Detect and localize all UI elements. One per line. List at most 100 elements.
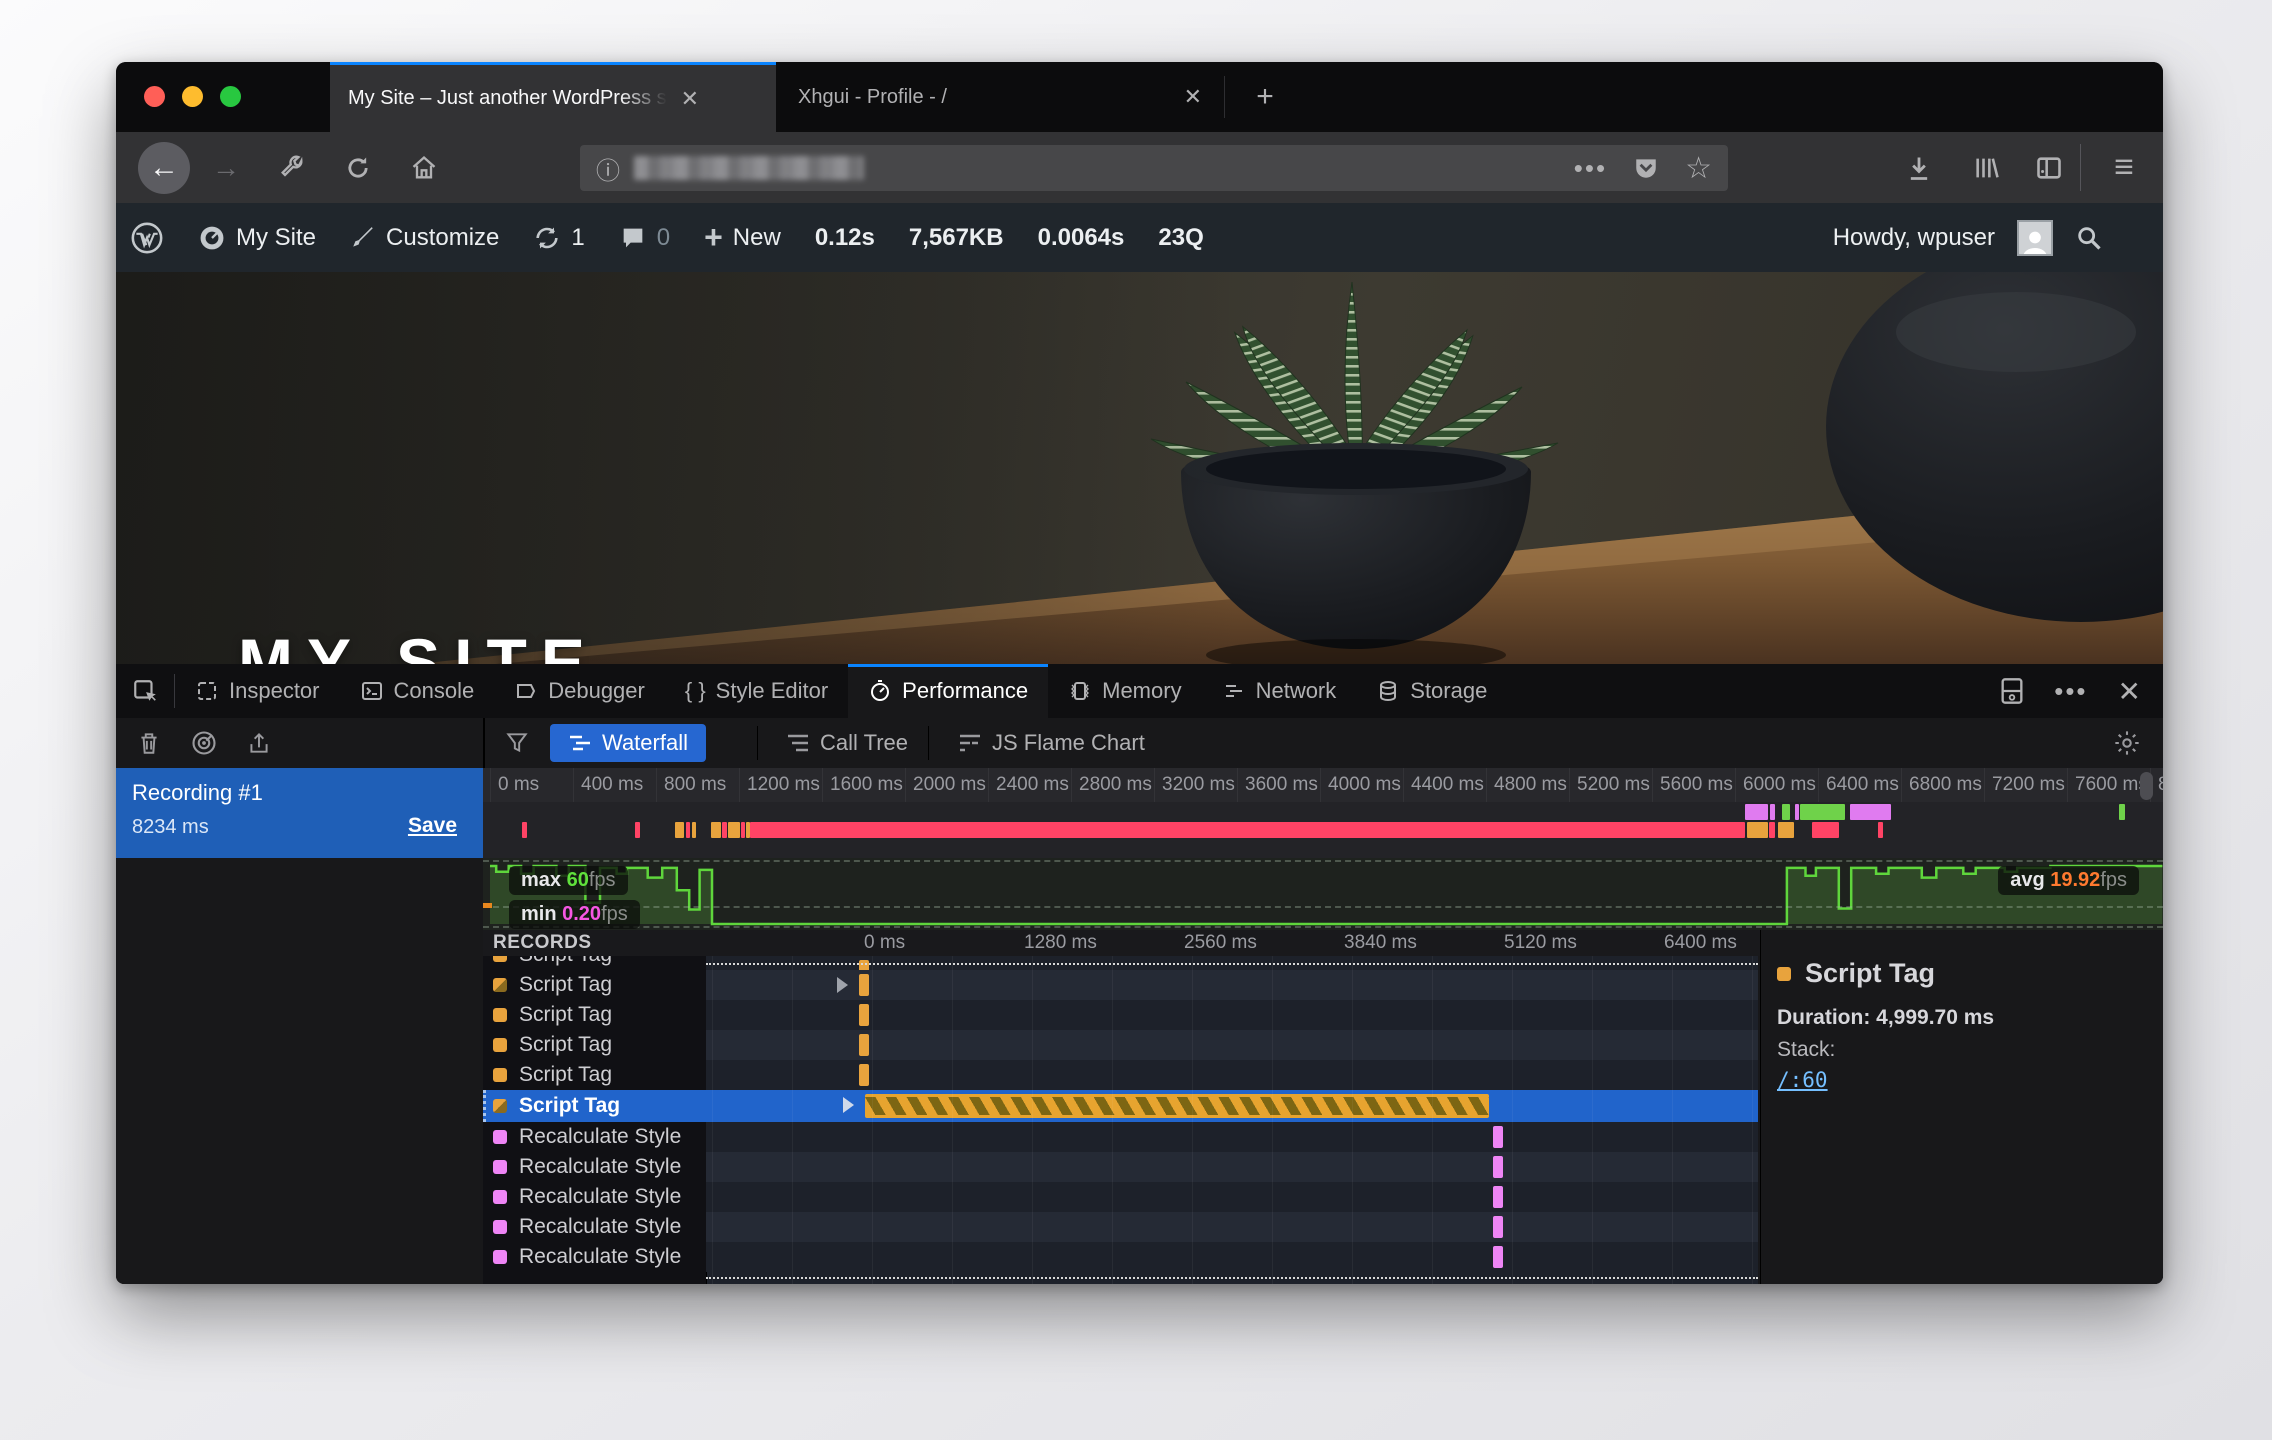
wp-howdy-label[interactable]: Howdy, wpuser: [1833, 224, 1995, 252]
wp-logo-icon[interactable]: [130, 221, 164, 255]
waterfall-marker[interactable]: [1493, 1246, 1503, 1268]
pocket-icon[interactable]: [1633, 155, 1659, 181]
devtools-tab-debugger[interactable]: Debugger: [494, 664, 665, 718]
clear-recordings-icon[interactable]: [136, 729, 162, 757]
tab-xhgui[interactable]: Xhgui - Profile - / ✕: [780, 62, 1220, 132]
record-name-cell[interactable]: Recalculate Style: [483, 1182, 706, 1212]
record-name-cell[interactable]: Recalculate Style: [483, 1152, 706, 1182]
record-row[interactable]: Recalculate Style: [483, 1122, 1758, 1152]
view-call-tree-button[interactable]: Call Tree: [768, 724, 926, 762]
record-name-cell[interactable]: Recalculate Style: [483, 1242, 706, 1272]
downloads-icon[interactable]: [1894, 132, 1944, 203]
expand-arrow-icon[interactable]: [837, 977, 848, 993]
record-name-cell[interactable]: Recalculate Style: [483, 1212, 706, 1242]
record-row[interactable]: Script Tag: [483, 1000, 1758, 1030]
record-row[interactable]: Recalculate Style: [483, 1182, 1758, 1212]
record-row[interactable]: Script Tag: [483, 970, 1758, 1000]
waterfall-marker[interactable]: [859, 1004, 869, 1026]
wrench-icon[interactable]: [266, 132, 318, 203]
record-name-cell[interactable]: Script Tag: [483, 1000, 706, 1030]
waterfall-marker[interactable]: [1493, 1156, 1503, 1178]
sidebar-toggle-icon[interactable]: [2024, 132, 2074, 203]
waterfall-marker[interactable]: [859, 974, 869, 996]
wp-comments-menu[interactable]: 0: [619, 224, 670, 252]
record-row-selected[interactable]: Script Tag: [483, 1090, 1758, 1122]
import-recording-icon[interactable]: [246, 729, 272, 757]
devtools-tab-styleeditor[interactable]: { }Style Editor: [665, 664, 848, 718]
filter-icon[interactable]: [504, 729, 530, 757]
settings-gear-icon[interactable]: [2113, 729, 2141, 757]
devtools-tab-storage[interactable]: Storage: [1356, 664, 1507, 718]
waterfall-marker[interactable]: [1493, 1216, 1503, 1238]
wp-search-icon[interactable]: [2075, 224, 2103, 252]
devtools-tab-performance[interactable]: Performance: [848, 664, 1048, 718]
devtools-tab-network[interactable]: Network: [1202, 664, 1357, 718]
bookmark-star-icon[interactable]: ☆: [1685, 151, 1712, 186]
record-name-cell[interactable]: Script Tag: [483, 1060, 706, 1090]
hero-shade: [116, 272, 2163, 664]
waterfall-marker[interactable]: [1493, 1186, 1503, 1208]
recording-item[interactable]: Recording #1 8234 ms Save: [116, 768, 483, 858]
back-button[interactable]: ←: [138, 142, 190, 194]
tab-close-icon[interactable]: ✕: [681, 86, 699, 112]
overview-scrollbar-thumb[interactable]: [2140, 772, 2153, 800]
overview-marker-orange: [1778, 822, 1795, 838]
library-icon[interactable]: [1962, 132, 2012, 203]
new-tab-button[interactable]: +: [1240, 62, 1290, 132]
waterfall-marker[interactable]: [1493, 1126, 1503, 1148]
url-bar[interactable]: ⓘ ••• ☆: [580, 145, 1728, 191]
record-name-cell[interactable]: Script Tag: [483, 956, 706, 970]
close-window-button[interactable]: [144, 86, 165, 107]
record-name-cell[interactable]: Recalculate Style: [483, 1122, 706, 1152]
devtools-tab-memory[interactable]: Memory: [1048, 664, 1201, 718]
reload-button[interactable]: [332, 132, 384, 203]
overview-marker-orange: [711, 822, 721, 838]
wp-metric-time[interactable]: 0.12s: [815, 224, 875, 252]
view-waterfall-button[interactable]: Waterfall: [550, 724, 706, 762]
record-row[interactable]: Script Tag: [483, 1030, 1758, 1060]
dock-side-icon[interactable]: [2000, 677, 2024, 705]
devtools-meatball-menu-icon[interactable]: •••: [2054, 676, 2087, 707]
record-name-cell[interactable]: Script Tag: [483, 1090, 706, 1122]
minimize-window-button[interactable]: [182, 86, 203, 107]
wp-new-menu[interactable]: + New: [704, 219, 781, 256]
wp-updates-menu[interactable]: 1: [533, 224, 584, 252]
home-button[interactable]: [398, 132, 450, 203]
framerate-graph[interactable]: max 60fps min 0.20fps avg 19.92fps: [483, 858, 2163, 930]
recording-save-link[interactable]: Save: [408, 814, 457, 838]
detail-stack-link[interactable]: /:60: [1777, 1068, 1828, 1092]
wp-metric-query-time[interactable]: 0.0064s: [1038, 224, 1125, 252]
wp-customize-menu[interactable]: Customize: [350, 224, 499, 252]
wp-metric-memory[interactable]: 7,567KB: [909, 224, 1004, 252]
record-performance-icon[interactable]: [190, 729, 218, 757]
tab-my-site[interactable]: My Site – Just another WordPress s ✕: [330, 62, 776, 132]
devtools-panel: InspectorConsoleDebugger{ }Style EditorP…: [116, 664, 2163, 1284]
forward-button[interactable]: →: [200, 132, 252, 203]
selection-dotted-bottom: [706, 1277, 1758, 1279]
site-info-icon[interactable]: ⓘ: [596, 151, 620, 186]
menu-hamburger-icon[interactable]: ≡: [2098, 132, 2150, 203]
wp-my-site-menu[interactable]: My Site: [198, 224, 316, 252]
overview-markers-band[interactable]: [483, 802, 2163, 858]
waterfall-bar-script[interactable]: [865, 1094, 1490, 1118]
record-name-cell[interactable]: Script Tag: [483, 970, 706, 1000]
zoom-window-button[interactable]: [220, 86, 241, 107]
devtools-tab-console[interactable]: Console: [340, 664, 495, 718]
devtools-tab-inspector[interactable]: Inspector: [175, 664, 340, 718]
avatar[interactable]: [2017, 220, 2053, 256]
record-name-cell[interactable]: Script Tag: [483, 1030, 706, 1060]
pick-element-icon[interactable]: [116, 664, 174, 718]
waterfall-marker[interactable]: [859, 1064, 869, 1086]
record-row[interactable]: Recalculate Style: [483, 1212, 1758, 1242]
record-row[interactable]: Recalculate Style: [483, 1152, 1758, 1182]
view-js-flame-chart-button[interactable]: JS Flame Chart: [940, 724, 1163, 762]
waterfall-marker[interactable]: [859, 1034, 869, 1056]
overview-time-ruler[interactable]: 0 ms400 ms800 ms1200 ms1600 ms2000 ms240…: [483, 768, 2163, 802]
tab-close-icon[interactable]: ✕: [1184, 84, 1202, 110]
record-row[interactable]: Script Tag: [483, 1060, 1758, 1090]
page-actions-icon[interactable]: •••: [1574, 153, 1607, 184]
devtools-close-icon[interactable]: ✕: [2118, 675, 2141, 708]
record-row[interactable]: Recalculate Style: [483, 1242, 1758, 1272]
expand-arrow-icon[interactable]: [843, 1097, 854, 1113]
wp-metric-queries[interactable]: 23Q: [1158, 224, 1203, 252]
